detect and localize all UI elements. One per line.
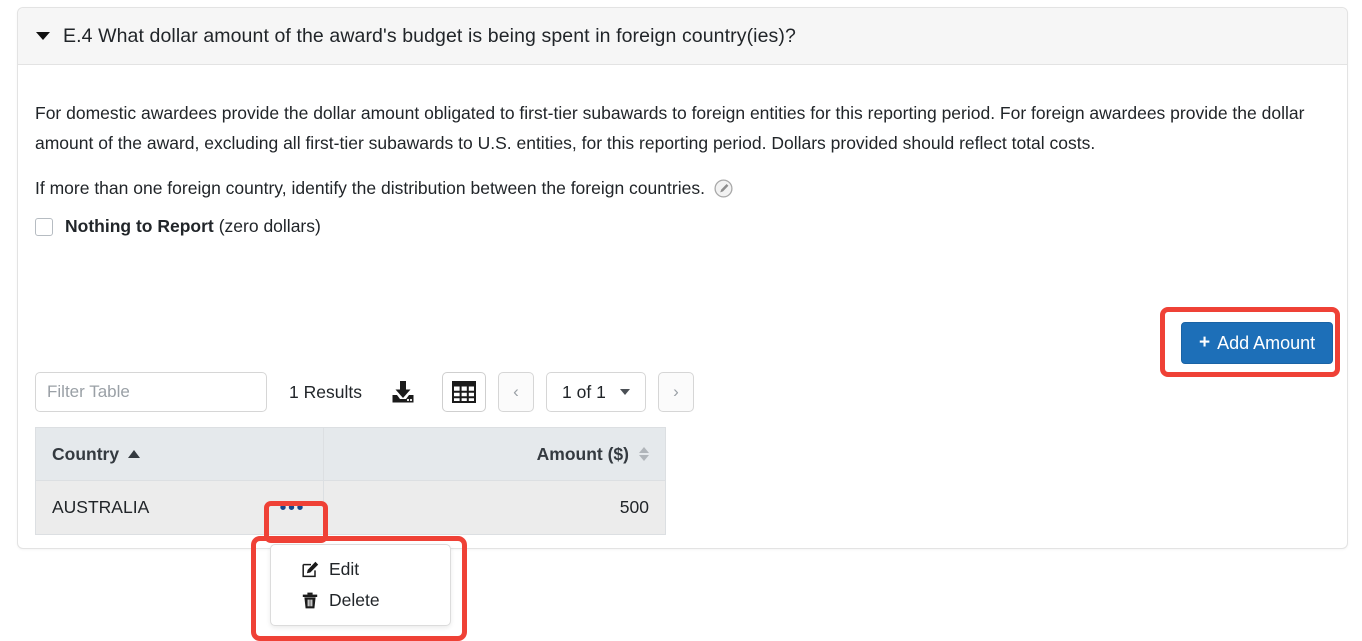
nothing-to-report-row[interactable]: Nothing to Report (zero dollars)	[35, 216, 321, 237]
chevron-down-icon	[619, 389, 630, 395]
question-panel: E.4 What dollar amount of the award's bu…	[17, 7, 1348, 641]
menu-item-delete[interactable]: Delete	[271, 585, 450, 616]
add-amount-button-label: Add Amount	[1217, 332, 1316, 353]
menu-item-delete-label: Delete	[329, 590, 380, 610]
panel-header[interactable]: E.4 What dollar amount of the award's bu…	[18, 8, 1347, 65]
pagination-next-button[interactable]: ›	[657, 372, 694, 412]
sort-none-icon	[639, 447, 649, 461]
instruction-paragraph-2: If more than one foreign country, identi…	[35, 173, 1035, 203]
help-info-icon[interactable]	[714, 177, 733, 198]
table-header-row: Country Amount ($)	[35, 427, 666, 481]
caret-down-icon[interactable]	[36, 32, 50, 40]
page-title: E.4 What dollar amount of the award's bu…	[63, 24, 796, 47]
panel-body: For domestic awardees provide the dollar…	[18, 65, 1347, 641]
edit-pencil-icon	[301, 561, 319, 579]
table-toolbar: 1 Results	[35, 372, 694, 412]
column-header-country[interactable]: Country	[35, 427, 324, 481]
trash-icon	[301, 592, 319, 610]
pagination-page-value: 1 of 1	[562, 381, 606, 402]
plus-icon: +	[1199, 331, 1211, 353]
instruction-paragraph-2-text: If more than one foreign country, identi…	[35, 178, 705, 198]
instruction-paragraph-1: For domestic awardees provide the dollar…	[35, 103, 1305, 153]
pagination-page-select[interactable]: 1 of 1	[545, 372, 646, 412]
cell-amount: 500	[323, 480, 666, 535]
menu-item-edit-label: Edit	[329, 559, 360, 579]
download-icon[interactable]	[386, 375, 420, 409]
filter-table-input[interactable]	[35, 372, 267, 412]
nothing-to-report-checkbox[interactable]	[35, 217, 53, 236]
table-row: AUSTRALIA ••• 500	[35, 480, 666, 535]
column-header-amount-label: Amount ($)	[536, 443, 629, 464]
sort-ascending-icon	[128, 450, 141, 458]
foreign-amounts-table: Country Amount ($) AUSTRALIA ••• 500	[35, 427, 666, 535]
nothing-to-report-label: Nothing to Report	[65, 216, 214, 236]
results-count: 1 Results	[289, 381, 362, 402]
column-header-amount[interactable]: Amount ($)	[323, 427, 666, 481]
column-header-country-label: Country	[52, 443, 120, 464]
table-head: Country Amount ($)	[35, 427, 666, 481]
pagination-prev-button[interactable]: ‹	[497, 372, 534, 412]
menu-item-edit[interactable]: Edit	[271, 554, 450, 585]
cell-country-value: AUSTRALIA	[52, 497, 150, 517]
table-grid-icon[interactable]	[441, 372, 486, 412]
table-body: AUSTRALIA ••• 500	[35, 480, 666, 535]
add-amount-button[interactable]: + Add Amount	[1181, 322, 1334, 364]
nothing-to-report-sublabel: (zero dollars)	[218, 216, 321, 236]
row-actions-menu: Edit Delete	[270, 544, 451, 626]
